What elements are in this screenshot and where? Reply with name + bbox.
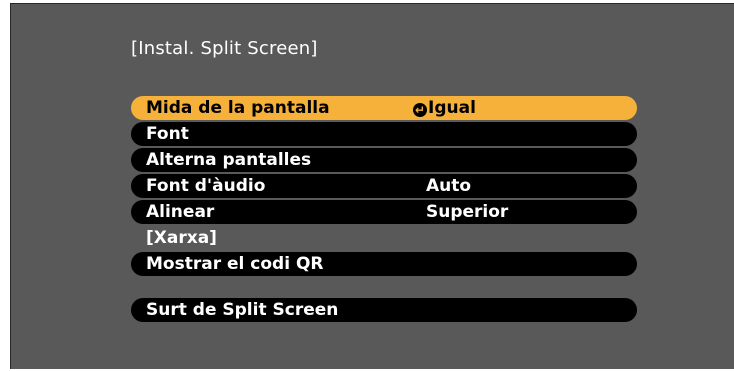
menu-list: Mida de la pantalla ↵ Igual Font Alterna …	[131, 96, 637, 324]
menu-item-screen-size[interactable]: Mida de la pantalla ↵ Igual	[131, 96, 637, 120]
menu-item-align[interactable]: Alinear Superior	[131, 200, 637, 224]
menu-item-value-text: Igual	[428, 98, 476, 118]
network-section-heading: [Xarxa]	[146, 228, 217, 248]
menu-item-exit-split-screen[interactable]: Surt de Split Screen	[131, 298, 637, 322]
menu-item-label: Font d'àudio	[146, 176, 266, 196]
menu-item-value: ↵ Igual	[413, 97, 476, 119]
enter-icon: ↵	[413, 103, 427, 117]
menu-item-audio-source[interactable]: Font d'àudio Auto	[131, 174, 637, 198]
menu-item-label: Mostrar el codi QR	[146, 254, 324, 274]
menu-item-label: Alinear	[146, 202, 215, 222]
menu-title: [Instal. Split Screen]	[131, 38, 318, 59]
menu-item-show-qr-code[interactable]: Mostrar el codi QR	[131, 252, 637, 276]
menu-item-value: Auto	[426, 176, 472, 196]
menu-item-value: Superior	[426, 202, 509, 222]
menu-item-label: Alterna pantalles	[146, 150, 312, 170]
menu-spacer	[131, 278, 637, 298]
menu-item-label: Mida de la pantalla	[146, 98, 330, 118]
menu-item-source[interactable]: Font	[131, 122, 637, 146]
menu-item-label: Font	[146, 124, 189, 144]
menu-item-label: Surt de Split Screen	[146, 300, 339, 320]
split-screen-menu-window: [Instal. Split Screen] Mida de la pantal…	[10, 3, 734, 369]
menu-item-swap-screens[interactable]: Alterna pantalles	[131, 148, 637, 172]
